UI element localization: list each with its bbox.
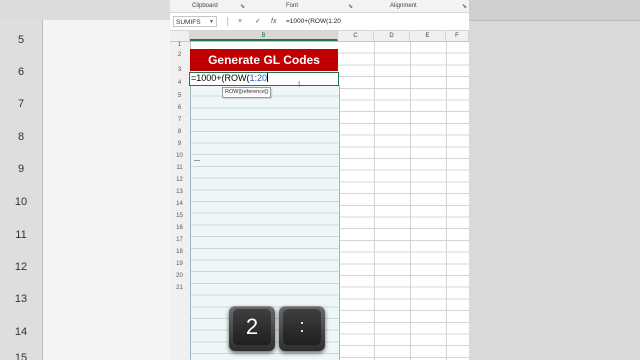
title-cell[interactable]: Generate GL Codes: [190, 49, 338, 71]
name-box[interactable]: SUMIFS ▼: [173, 16, 217, 27]
alignment-launcher-icon[interactable]: ⬊: [462, 3, 467, 10]
background-ribbon: [0, 0, 170, 21]
row-header[interactable]: 21: [170, 285, 189, 291]
column-header-c[interactable]: C: [338, 31, 374, 41]
font-launcher-icon[interactable]: ⬊: [348, 3, 353, 10]
row-header[interactable]: 10: [170, 153, 189, 159]
ribbon-group-font[interactable]: Font: [286, 3, 298, 9]
background-row-number: 6: [17, 66, 25, 78]
column-header-e[interactable]: E: [410, 31, 446, 41]
formula-bar-separator: [227, 17, 228, 26]
background-row-number: 8: [17, 131, 25, 143]
row-header[interactable]: 5: [170, 93, 189, 99]
name-box-value: SUMIFS: [176, 19, 201, 26]
background-row-number: 5: [17, 34, 25, 46]
cancel-icon[interactable]: ×: [238, 16, 242, 27]
column-divider: [446, 42, 447, 360]
row-header[interactable]: 6: [170, 105, 189, 111]
ribbon-group-alignment[interactable]: Alignment: [390, 3, 417, 9]
row-header[interactable]: 8: [170, 129, 189, 135]
background-grid: [43, 20, 170, 360]
background-row-number: 12: [14, 261, 28, 273]
row-header[interactable]: 9: [170, 141, 189, 147]
select-all-corner[interactable]: [170, 31, 190, 41]
ribbon-group-clipboard[interactable]: Clipboard: [192, 3, 218, 9]
row-header[interactable]: 1: [170, 42, 189, 48]
formula-bar: SUMIFS ▼ × ✓ fx =1000+(ROW(1:20: [170, 14, 469, 31]
key-label: 2: [233, 309, 271, 345]
row-headers: 1 2 3 4 5 6 7 8 9 10 11 12 13 14 15 16 1…: [170, 42, 191, 360]
row-header[interactable]: 11: [170, 165, 189, 171]
background-row-number: 11: [15, 229, 27, 241]
column-header-d[interactable]: D: [374, 31, 410, 41]
clipboard-launcher-icon[interactable]: ⬊: [240, 3, 245, 10]
background-ribbon-right: [469, 0, 640, 21]
row-header[interactable]: 20: [170, 273, 189, 279]
row-header[interactable]: 15: [170, 213, 189, 219]
ribbon-group-labels: Clipboard ⬊ Font ⬊ Alignment ⬊: [170, 0, 469, 13]
row-header[interactable]: 13: [170, 189, 189, 195]
row-header[interactable]: 4: [170, 80, 189, 86]
column-headers: B C D E F: [170, 31, 469, 42]
background-row-number: 14: [14, 326, 28, 338]
enter-icon[interactable]: ✓: [255, 16, 261, 27]
formula-input[interactable]: =1000+(ROW(1:20: [286, 16, 341, 27]
insert-function-icon[interactable]: fx: [271, 16, 276, 27]
text-cursor: [267, 73, 269, 82]
background-row-number: 7: [17, 98, 25, 110]
row-header[interactable]: 14: [170, 201, 189, 207]
background-left-panel: 5 6 7 8 9 10 11 12 13 14 15: [0, 0, 170, 360]
row-header[interactable]: 16: [170, 225, 189, 231]
background-row-number: 9: [17, 163, 25, 175]
background-row-number: 13: [14, 293, 28, 305]
row-header[interactable]: 2: [170, 52, 189, 58]
active-cell-editor[interactable]: =1000+(ROW(1:20: [189, 72, 339, 86]
row-header[interactable]: 12: [170, 177, 189, 183]
cell-marker: [194, 160, 200, 161]
background-row-number: 10: [14, 196, 28, 208]
column-divider: [374, 42, 375, 360]
key-label: :: [283, 309, 321, 345]
row-header[interactable]: 17: [170, 237, 189, 243]
column-divider: [410, 42, 411, 360]
keyboard-key-colon: :: [279, 306, 325, 351]
function-tooltip[interactable]: ROW([reference]): [222, 87, 272, 98]
row-header[interactable]: 3: [170, 67, 189, 73]
formula-reference: 1:20: [249, 73, 268, 83]
background-right-panel: [469, 0, 640, 360]
column-header-f[interactable]: F: [446, 31, 469, 41]
row-header[interactable]: 19: [170, 261, 189, 267]
ibeam-cursor-icon: I: [298, 80, 301, 89]
row-header[interactable]: 7: [170, 117, 189, 123]
chevron-down-icon[interactable]: ▼: [209, 17, 214, 28]
formula-prefix: =1000+(ROW(: [191, 73, 250, 83]
background-row-number: 15: [14, 352, 28, 360]
column-header-b[interactable]: B: [190, 31, 338, 41]
keyboard-key-2: 2: [229, 306, 275, 351]
row-header[interactable]: 18: [170, 249, 189, 255]
